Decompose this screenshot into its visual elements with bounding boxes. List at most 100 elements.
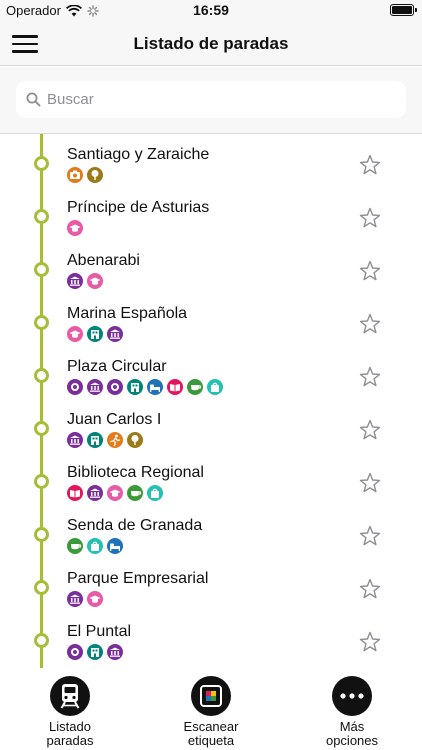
stop-row[interactable]: Marina Española bbox=[0, 293, 422, 346]
tab-label-scan-label: Escanear etiqueta bbox=[183, 719, 239, 748]
hotel-icon bbox=[107, 538, 123, 554]
stop-marker bbox=[34, 262, 49, 277]
stop-row[interactable]: Abenarabi bbox=[0, 240, 422, 293]
status-time: 16:59 bbox=[193, 2, 229, 18]
restaurant-icon bbox=[187, 379, 203, 395]
stop-row[interactable]: Juan Carlos I bbox=[0, 399, 422, 452]
tab-bar: Listado paradas Escanear etiqueta Más opcio… bbox=[0, 668, 422, 750]
culture-icon bbox=[87, 644, 103, 660]
stop-name: Príncipe de Asturias bbox=[67, 199, 210, 216]
ring-icon bbox=[107, 379, 123, 395]
stop-marker bbox=[34, 368, 49, 383]
tab-label-stop-list: Listado paradas bbox=[46, 719, 94, 748]
stop-name: El Puntal bbox=[67, 623, 132, 640]
museum-icon bbox=[107, 326, 123, 342]
museum-icon bbox=[67, 432, 83, 448]
battery-icon bbox=[390, 4, 417, 16]
museum-icon bbox=[67, 273, 83, 289]
museum-icon bbox=[67, 591, 83, 607]
search-box[interactable] bbox=[16, 81, 406, 118]
stop-name: Plaza Circular bbox=[67, 358, 167, 375]
stop-marker bbox=[34, 527, 49, 542]
education-icon bbox=[87, 591, 103, 607]
stop-name: Santiago y Zaraiche bbox=[67, 146, 210, 163]
education-icon bbox=[67, 326, 83, 342]
stop-row[interactable]: Biblioteca Regional bbox=[0, 452, 422, 505]
favorite-star-icon[interactable] bbox=[358, 365, 382, 389]
education-icon bbox=[107, 485, 123, 501]
stop-poi-icons bbox=[67, 273, 103, 289]
scan-icon bbox=[191, 676, 231, 716]
stop-poi-icons bbox=[67, 644, 123, 660]
tab-stop-list[interactable]: Listado paradas bbox=[20, 676, 120, 748]
stop-poi-icons bbox=[67, 538, 123, 554]
train-icon bbox=[50, 676, 90, 716]
favorite-star-icon[interactable] bbox=[358, 471, 382, 495]
status-bar: Operador 16:59 bbox=[0, 0, 422, 22]
shopping-icon bbox=[207, 379, 223, 395]
stop-row[interactable]: El Puntal bbox=[0, 611, 422, 664]
museum-icon bbox=[87, 485, 103, 501]
stop-name: Juan Carlos I bbox=[67, 411, 162, 428]
stop-poi-icons bbox=[67, 485, 163, 501]
stop-row[interactable]: Santiago y Zaraiche bbox=[0, 134, 422, 187]
hotel-icon bbox=[147, 379, 163, 395]
favorite-star-icon[interactable] bbox=[358, 577, 382, 601]
favorite-star-icon[interactable] bbox=[358, 312, 382, 336]
ring-icon bbox=[67, 379, 83, 395]
stop-poi-icons bbox=[67, 326, 123, 342]
favorite-star-icon[interactable] bbox=[358, 153, 382, 177]
education-icon bbox=[67, 220, 83, 236]
stop-poi-icons bbox=[67, 379, 223, 395]
culture-icon bbox=[127, 379, 143, 395]
favorite-star-icon[interactable] bbox=[358, 630, 382, 654]
culture-icon bbox=[87, 326, 103, 342]
stop-marker bbox=[34, 156, 49, 171]
stop-poi-icons bbox=[67, 591, 103, 607]
stop-poi-icons bbox=[67, 220, 83, 236]
shopping-icon bbox=[147, 485, 163, 501]
stop-marker bbox=[34, 633, 49, 648]
restaurant-icon bbox=[67, 538, 83, 554]
sports-icon bbox=[107, 432, 123, 448]
search-input[interactable] bbox=[47, 91, 387, 108]
ring-icon bbox=[67, 644, 83, 660]
stop-name: Abenarabi bbox=[67, 252, 140, 269]
stop-poi-icons bbox=[67, 167, 103, 183]
stop-row[interactable]: Plaza Circular bbox=[0, 346, 422, 399]
stop-row[interactable]: Parque Empresarial bbox=[0, 558, 422, 611]
restaurant-icon bbox=[127, 485, 143, 501]
park-icon bbox=[87, 167, 103, 183]
page-title: Listado de paradas bbox=[133, 34, 289, 53]
tab-more-options[interactable]: Más opciones bbox=[302, 676, 402, 748]
stop-marker bbox=[34, 315, 49, 330]
favorite-star-icon[interactable] bbox=[358, 259, 382, 283]
navigation-bar: Listado de paradas bbox=[0, 22, 422, 66]
stop-row[interactable]: Senda de Granada bbox=[0, 505, 422, 558]
stop-name: Biblioteca Regional bbox=[67, 464, 204, 481]
favorite-star-icon[interactable] bbox=[358, 418, 382, 442]
tab-label-more-options: Más opciones bbox=[325, 719, 379, 748]
shopping-icon bbox=[87, 538, 103, 554]
favorite-star-icon[interactable] bbox=[358, 524, 382, 548]
stop-marker bbox=[34, 474, 49, 489]
favorite-star-icon[interactable] bbox=[358, 206, 382, 230]
stop-marker bbox=[34, 421, 49, 436]
park-icon bbox=[127, 432, 143, 448]
library-icon bbox=[167, 379, 183, 395]
education-icon bbox=[87, 273, 103, 289]
stop-row[interactable]: Príncipe de Asturias bbox=[0, 187, 422, 240]
search-icon bbox=[26, 92, 41, 107]
search-area bbox=[0, 67, 422, 134]
stop-name: Parque Empresarial bbox=[67, 570, 209, 587]
stop-marker bbox=[34, 580, 49, 595]
stop-poi-icons bbox=[67, 432, 143, 448]
more-icon bbox=[332, 676, 372, 716]
stop-list[interactable]: Santiago y Zaraiche Príncipe de Asturias A… bbox=[0, 134, 422, 668]
culture-icon bbox=[87, 432, 103, 448]
tab-scan-label[interactable]: Escanear etiqueta bbox=[161, 676, 261, 748]
camera-icon bbox=[67, 167, 83, 183]
stop-name: Marina Española bbox=[67, 305, 188, 322]
museum-icon bbox=[87, 379, 103, 395]
museum-icon bbox=[107, 644, 123, 660]
